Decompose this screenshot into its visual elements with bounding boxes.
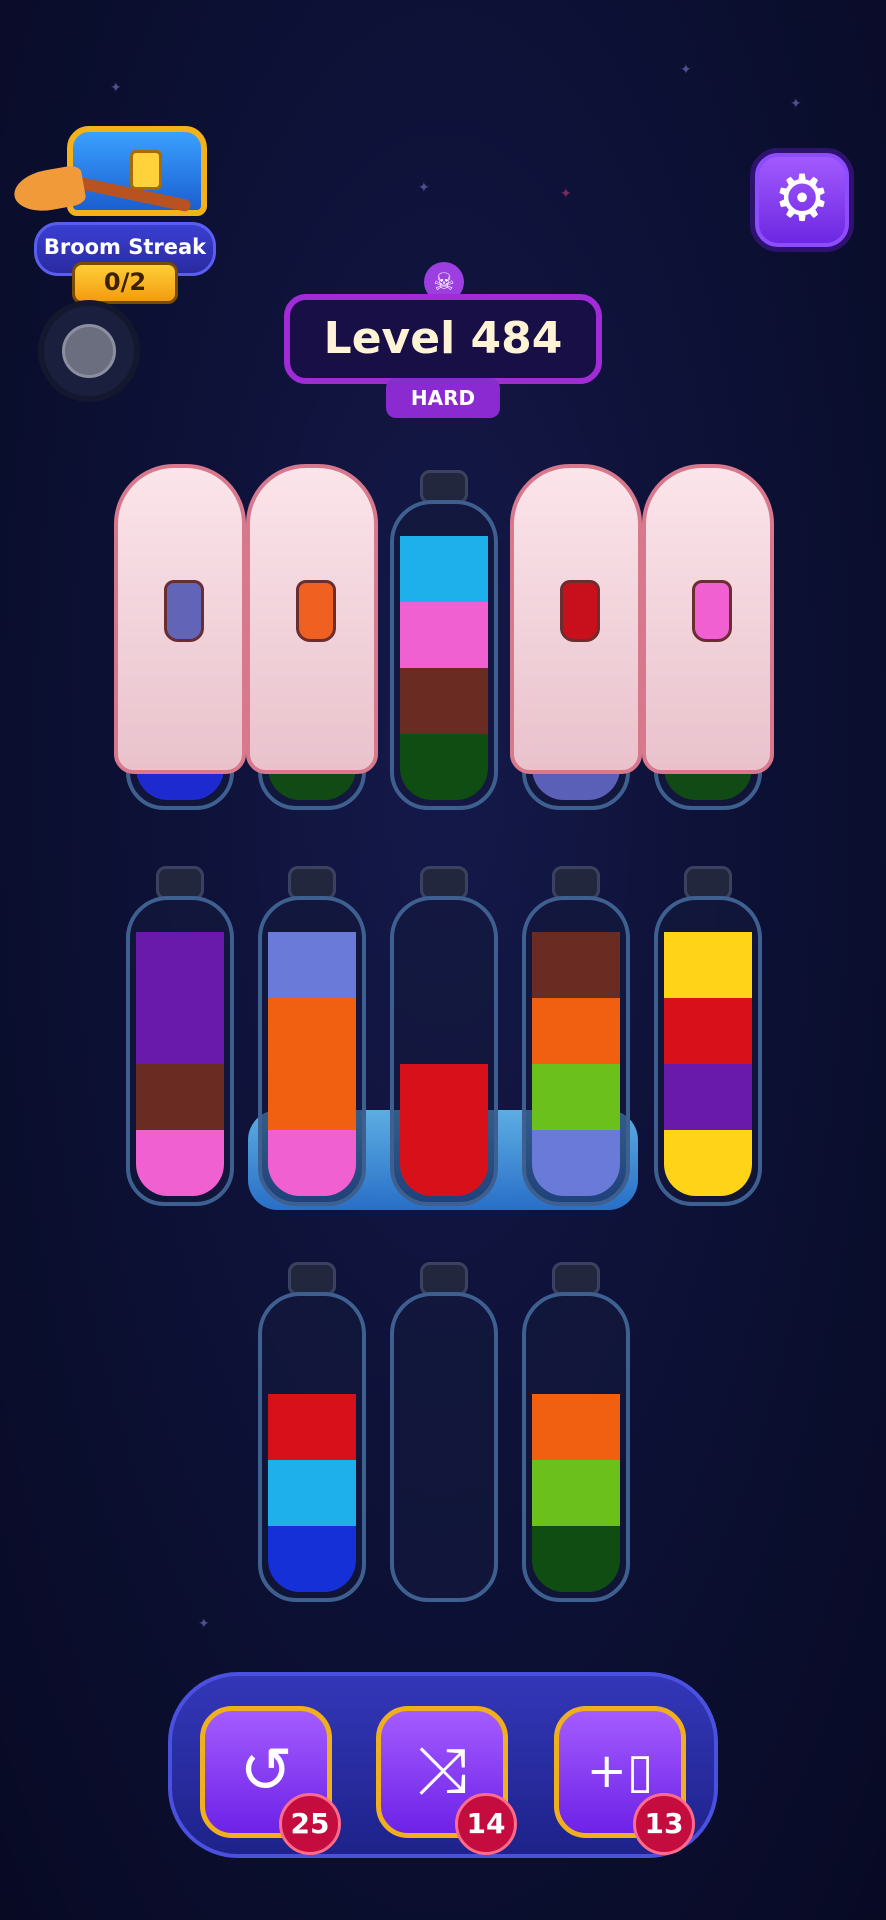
bottle-neck <box>420 1262 468 1296</box>
bottle-neck <box>288 1262 336 1296</box>
undo-icon: ↺ <box>239 1734 293 1808</box>
liquid-layer <box>268 1064 356 1130</box>
star-icon: ✦ <box>110 80 122 96</box>
liquid-layer <box>268 1526 356 1592</box>
star-icon: ✦ <box>198 1616 210 1632</box>
bottle[interactable] <box>522 866 630 1206</box>
bottle[interactable] <box>390 1262 498 1602</box>
liquid-layer <box>664 998 752 1064</box>
add-bottle-icon: +▯ <box>586 1743 654 1799</box>
mystery-cloth-cover <box>114 464 246 774</box>
bottle-glass <box>654 896 762 1206</box>
liquid-layer <box>532 1064 620 1130</box>
liquid-layer <box>532 932 620 998</box>
bottle-neck <box>420 470 468 504</box>
bottle-glass <box>522 896 630 1206</box>
broom-streak-widget[interactable]: Broom Streak 0/2 <box>11 118 216 304</box>
bottle-neck <box>552 866 600 900</box>
liquid-layer <box>268 1394 356 1460</box>
color-hint-icon <box>296 580 336 642</box>
liquid-layer <box>400 536 488 602</box>
bottle-liquid <box>664 932 752 1196</box>
bottle-glass <box>390 1292 498 1602</box>
color-hint-icon <box>560 580 600 642</box>
bottle-glass <box>390 896 498 1206</box>
bottle[interactable] <box>258 866 366 1206</box>
liquid-layer <box>532 1130 620 1196</box>
bottle[interactable] <box>390 470 498 810</box>
star-icon: ✦ <box>790 96 802 112</box>
liquid-layer <box>400 602 488 668</box>
shuffle-button[interactable]: ⤨ 14 <box>376 1706 517 1855</box>
bottle[interactable] <box>654 866 762 1206</box>
liquid-layer <box>136 1064 224 1130</box>
bottle-glass <box>126 896 234 1206</box>
bottle-liquid <box>400 1064 488 1196</box>
level-title: Level 484 <box>284 294 602 384</box>
bottle-glass <box>522 1292 630 1602</box>
add-bottle-count-badge: 13 <box>633 1793 695 1855</box>
color-hint-icon <box>164 580 204 642</box>
undo-button[interactable]: ↺ 25 <box>200 1706 341 1855</box>
bottle-glass <box>390 500 498 810</box>
liquid-layer <box>136 932 224 998</box>
gear-icon: ⚙ <box>773 162 831 236</box>
liquid-layer <box>268 932 356 998</box>
mystery-cloth-cover <box>642 464 774 774</box>
liquid-layer <box>268 998 356 1064</box>
liquid-layer <box>268 1130 356 1196</box>
bottle-liquid <box>532 932 620 1196</box>
liquid-layer <box>532 1526 620 1592</box>
toggle-button[interactable] <box>44 306 134 396</box>
bottle-liquid <box>532 1394 620 1592</box>
liquid-layer <box>532 998 620 1064</box>
bottle-neck <box>552 1262 600 1296</box>
bottle-glass <box>258 1292 366 1602</box>
liquid-layer <box>400 1064 488 1130</box>
undo-count-badge: 25 <box>279 1793 341 1855</box>
bottle-neck <box>156 866 204 900</box>
bottle-liquid <box>400 536 488 800</box>
bottle-neck <box>684 866 732 900</box>
liquid-layer <box>268 1460 356 1526</box>
liquid-layer <box>664 1130 752 1196</box>
liquid-layer <box>136 998 224 1064</box>
chest-lock-icon <box>130 150 162 190</box>
star-icon: ✦ <box>680 62 692 78</box>
liquid-layer <box>532 1460 620 1526</box>
bottle[interactable] <box>126 866 234 1206</box>
bottle[interactable] <box>390 866 498 1206</box>
mystery-cloth-cover <box>246 464 378 774</box>
liquid-layer <box>400 668 488 734</box>
shuffle-icon: ⤨ <box>416 1734 468 1808</box>
liquid-layer <box>400 1130 488 1196</box>
color-hint-icon <box>692 580 732 642</box>
bottle-neck <box>420 866 468 900</box>
mystery-cloth-cover <box>510 464 642 774</box>
bottle-glass <box>258 896 366 1206</box>
add-bottle-button[interactable]: +▯ 13 <box>554 1706 695 1855</box>
liquid-layer <box>664 932 752 998</box>
toggle-knob <box>62 324 116 378</box>
star-icon: ✦ <box>560 186 572 202</box>
bottle[interactable] <box>258 1262 366 1602</box>
shuffle-count-badge: 14 <box>455 1793 517 1855</box>
level-banner: ☠ Level 484 HARD <box>284 262 602 418</box>
liquid-layer <box>664 1064 752 1130</box>
bottle-liquid <box>268 1394 356 1592</box>
difficulty-badge: HARD <box>386 378 500 418</box>
liquid-layer <box>532 1394 620 1460</box>
settings-button[interactable]: ⚙ <box>750 148 854 252</box>
liquid-layer <box>136 1130 224 1196</box>
bottle-liquid <box>268 932 356 1196</box>
liquid-layer <box>400 734 488 800</box>
streak-count: 0/2 <box>72 262 178 304</box>
bottle-liquid <box>136 932 224 1196</box>
star-icon: ✦ <box>418 180 430 196</box>
bottle[interactable] <box>522 1262 630 1602</box>
bottle-neck <box>288 866 336 900</box>
